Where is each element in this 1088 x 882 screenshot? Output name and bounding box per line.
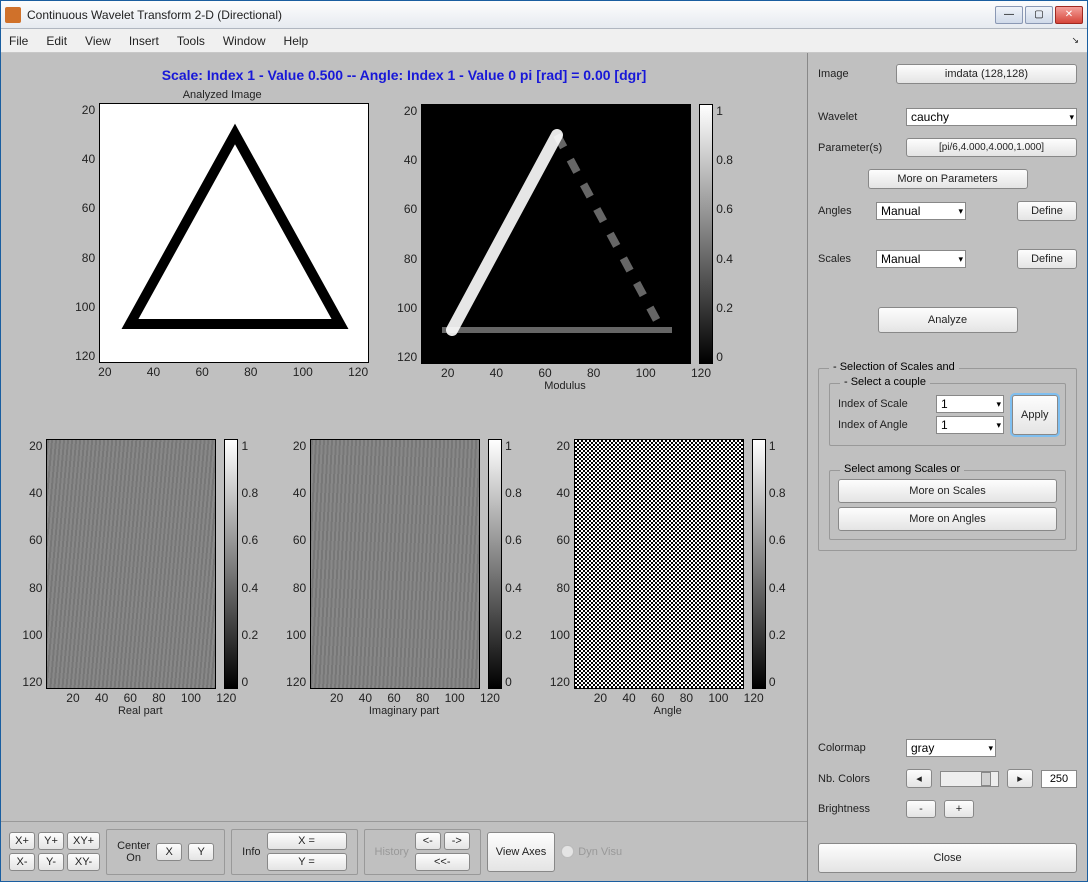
selection-group: - Selection of Scales and - Select a cou… <box>818 368 1077 551</box>
angles-mode-select[interactable]: Manual <box>876 202 966 220</box>
plot-real: 20406080100120 10.80.60.40.20 2040608010… <box>22 439 258 749</box>
brightness-label: Brightness <box>818 803 898 815</box>
select-among-label: Select among Scales or <box>840 463 964 475</box>
angles-define-button[interactable]: Define <box>1017 201 1077 221</box>
angle-colorbar <box>752 439 766 689</box>
plot-analyzed: Analyzed Image 20 40 60 80 100 120 <box>75 89 369 409</box>
select-couple-label: - Select a couple <box>840 376 930 388</box>
real-colorbar <box>224 439 238 689</box>
status-headline: Scale: Index 1 - Value 0.500 -- Angle: I… <box>15 67 793 83</box>
close-button[interactable]: Close <box>818 843 1077 873</box>
nbcolors-left-button[interactable]: ◂ <box>906 769 932 788</box>
bottom-toolbar: X+ Y+ XY+ X- Y- XY- Center On X Y Info X… <box>1 821 807 881</box>
analyzed-canvas[interactable] <box>99 103 369 363</box>
imag-canvas[interactable] <box>310 439 480 689</box>
menu-help[interactable]: Help <box>284 34 309 48</box>
load-image-button[interactable]: imdata (128,128) <box>896 64 1077 84</box>
yplus-button[interactable]: Y+ <box>38 832 64 850</box>
info-x-button[interactable]: X = <box>267 832 347 850</box>
select-among-group: Select among Scales or More on Scales Mo… <box>829 470 1066 540</box>
plot-label-imag: Imaginary part <box>369 705 439 717</box>
menu-view[interactable]: View <box>85 34 111 48</box>
close-window-button[interactable]: ✕ <box>1055 6 1083 24</box>
nbcolors-field[interactable]: 250 <box>1041 770 1077 788</box>
xyminus-button[interactable]: XY- <box>67 853 100 871</box>
scales-label: Scales <box>818 253 868 265</box>
angles-label: Angles <box>818 205 868 217</box>
xminus-button[interactable]: X- <box>9 853 35 871</box>
real-canvas[interactable] <box>46 439 216 689</box>
dyn-visu-label: Dyn Visu <box>578 846 622 858</box>
menu-window[interactable]: Window <box>223 34 266 48</box>
menu-tools[interactable]: Tools <box>177 34 205 48</box>
index-angle-label: Index of Angle <box>838 419 928 431</box>
plot-label-modulus: Modulus <box>544 380 586 392</box>
plot-imaginary: 20406080100120 10.80.60.40.20 2040608010… <box>286 439 522 749</box>
more-angles-button[interactable]: More on Angles <box>838 507 1057 531</box>
xplus-button[interactable]: X+ <box>9 832 35 850</box>
brightness-minus-button[interactable]: - <box>906 800 936 818</box>
colormap-label: Colormap <box>818 742 898 754</box>
plot-area: Scale: Index 1 - Value 0.500 -- Angle: I… <box>1 53 807 881</box>
menu-edit[interactable]: Edit <box>46 34 67 48</box>
control-panel: Image imdata (128,128) Wavelet cauchy Pa… <box>807 53 1087 881</box>
scales-define-button[interactable]: Define <box>1017 249 1077 269</box>
plot-label-real: Real part <box>118 705 163 717</box>
xyplus-button[interactable]: XY+ <box>67 832 100 850</box>
selection-group-label: - Selection of Scales and <box>829 361 959 373</box>
apply-button[interactable]: Apply <box>1012 395 1058 435</box>
angle-canvas[interactable] <box>574 439 744 689</box>
plot-modulus: 20406080100120 10.80.60.40.20 2040608010… <box>397 89 733 409</box>
params-label: Parameter(s) <box>818 142 898 154</box>
wavelet-label: Wavelet <box>818 111 898 123</box>
view-axes-button[interactable]: View Axes <box>487 832 556 872</box>
scales-mode-select[interactable]: Manual <box>876 250 966 268</box>
nbcolors-slider[interactable] <box>940 771 999 787</box>
modulus-colorbar <box>699 104 713 364</box>
center-y-button[interactable]: Y <box>188 843 214 861</box>
index-angle-select[interactable]: 1 <box>936 416 1004 434</box>
app-icon <box>5 7 21 23</box>
dock-icon[interactable]: ↘ <box>1071 35 1079 46</box>
plot-angle: 20406080100120 10.80.60.40.20 2040608010… <box>550 439 786 749</box>
maximize-button[interactable]: ▢ <box>1025 6 1053 24</box>
brightness-plus-button[interactable]: + <box>944 800 974 818</box>
titlebar: Continuous Wavelet Transform 2-D (Direct… <box>1 1 1087 29</box>
select-couple-group: - Select a couple Index of Scale1 Index … <box>829 383 1066 446</box>
center-x-button[interactable]: X <box>156 843 182 861</box>
center-on-label: Center On <box>117 840 150 864</box>
history-next-button[interactable]: -> <box>444 832 470 850</box>
menubar: File Edit View Insert Tools Window Help … <box>1 29 1087 53</box>
analyze-button[interactable]: Analyze <box>878 307 1018 333</box>
history-label: History <box>375 846 409 858</box>
more-parameters-button[interactable]: More on Parameters <box>868 169 1028 189</box>
index-scale-select[interactable]: 1 <box>936 395 1004 413</box>
modulus-canvas[interactable] <box>421 104 691 364</box>
index-scale-label: Index of Scale <box>838 398 928 410</box>
history-reset-button[interactable]: <<- <box>415 853 470 871</box>
yminus-button[interactable]: Y- <box>38 853 64 871</box>
history-prev-button[interactable]: <- <box>415 832 441 850</box>
image-label: Image <box>818 68 888 80</box>
dyn-visu-radio <box>561 845 574 858</box>
colormap-select[interactable]: gray <box>906 739 996 757</box>
menu-file[interactable]: File <box>9 34 28 48</box>
window-title: Continuous Wavelet Transform 2-D (Direct… <box>27 8 995 22</box>
plot-title-analyzed: Analyzed Image <box>183 89 262 101</box>
imag-colorbar <box>488 439 502 689</box>
plot-label-angle: Angle <box>654 705 682 717</box>
info-y-button[interactable]: Y = <box>267 853 347 871</box>
info-label: Info <box>242 846 260 858</box>
nbcolors-label: Nb. Colors <box>818 773 898 785</box>
menu-insert[interactable]: Insert <box>129 34 159 48</box>
wavelet-select[interactable]: cauchy <box>906 108 1077 126</box>
nbcolors-right-button[interactable]: ▸ <box>1007 769 1033 788</box>
more-scales-button[interactable]: More on Scales <box>838 479 1057 503</box>
minimize-button[interactable]: — <box>995 6 1023 24</box>
parameters-button[interactable]: [pi/6,4.000,4.000,1.000] <box>906 138 1077 157</box>
